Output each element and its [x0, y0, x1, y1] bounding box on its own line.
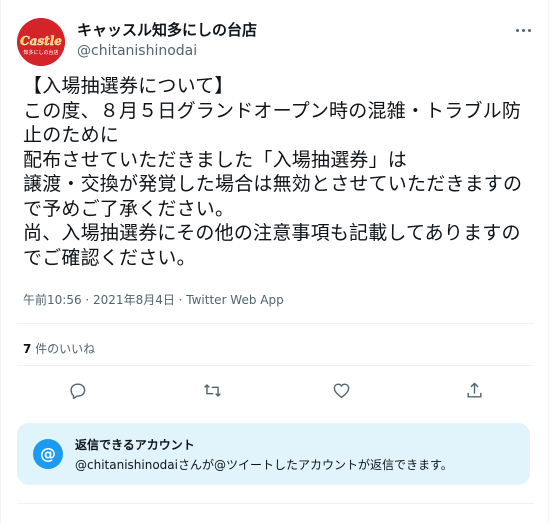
- svg-text:Castle: Castle: [20, 34, 62, 48]
- more-options-icon[interactable]: [512, 20, 534, 40]
- retweet-button[interactable]: [194, 372, 230, 408]
- castle-logo-icon: Castle 知多にしの台店: [17, 18, 65, 66]
- divider: [17, 365, 534, 366]
- tweet-timestamp[interactable]: 午前10:56 · 2021年8月4日 · Twitter Web App: [23, 292, 284, 308]
- at-sign-icon: @: [33, 439, 63, 469]
- likes-label: 件のいいね: [31, 342, 96, 356]
- retweet-icon: [203, 383, 221, 397]
- tweet-text: 【入場抽選券について】 この度、８月５日グランドオープン時の混雑・トラブル防止の…: [23, 75, 523, 269]
- reply-button[interactable]: [59, 372, 95, 408]
- tweet-card: Castle 知多にしの台店 キャッスル知多にしの台店 @chitanishin…: [0, 0, 549, 523]
- author-display-name[interactable]: キャッスル知多にしの台店: [77, 20, 257, 40]
- action-bar: [17, 372, 534, 408]
- share-icon: [466, 382, 482, 398]
- like-button[interactable]: [323, 372, 359, 408]
- svg-text:知多にしの台店: 知多にしの台店: [23, 49, 58, 56]
- divider: [17, 323, 534, 324]
- divider: [17, 503, 534, 504]
- reply-icon: [69, 382, 85, 399]
- avatar[interactable]: Castle 知多にしの台店: [17, 18, 65, 66]
- share-button[interactable]: [456, 372, 492, 408]
- author-names: キャッスル知多にしの台店 @chitanishinodai: [77, 20, 257, 61]
- reply-restriction-title: 返信できるアカウント: [75, 438, 195, 452]
- like-icon: [333, 382, 349, 398]
- likes-count[interactable]: 7 件のいいね: [23, 341, 95, 357]
- tweet-header: Castle 知多にしの台店 キャッスル知多にしの台店 @chitanishin…: [17, 14, 534, 66]
- reply-restriction-description: @chitanishinodaiさんが@ツイートしたアカウントが返信できます。: [75, 458, 453, 472]
- reply-restriction-card: @ 返信できるアカウント @chitanishinodaiさんが@ツイートしたア…: [17, 423, 530, 485]
- author-handle[interactable]: @chitanishinodai: [77, 41, 257, 61]
